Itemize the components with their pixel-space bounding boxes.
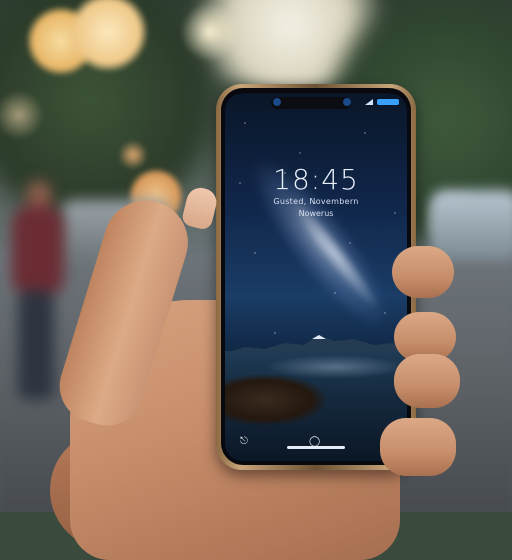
shore-rocks [225,375,325,425]
blurred-pedestrian [4,180,66,410]
status-bar [365,99,399,105]
flashlight-icon[interactable]: ⎋ [239,437,249,447]
front-camera-icon [273,98,281,106]
finger-index [392,246,454,298]
bokeh-light [118,140,148,170]
lock-clock: 18:45 [273,163,359,196]
home-indicator[interactable] [287,446,345,449]
camera-notch [271,97,351,109]
smartphone: 18:45 Gusted, Novembern Nowerus ⎋ ◯ [216,84,416,470]
battery-icon [377,99,399,105]
phone-bezel: 18:45 Gusted, Novembern Nowerus ⎋ ◯ [221,88,411,465]
finger-little [380,418,456,476]
lock-date: Gusted, Novembern [273,197,359,206]
finger-ring [394,354,460,408]
lock-screen[interactable]: 18:45 Gusted, Novembern Nowerus ⎋ ◯ [225,93,407,461]
lock-subtext: Nowerus [298,209,334,218]
bokeh-light [180,2,240,62]
signal-icon [365,99,373,105]
sensor-icon [343,98,351,106]
